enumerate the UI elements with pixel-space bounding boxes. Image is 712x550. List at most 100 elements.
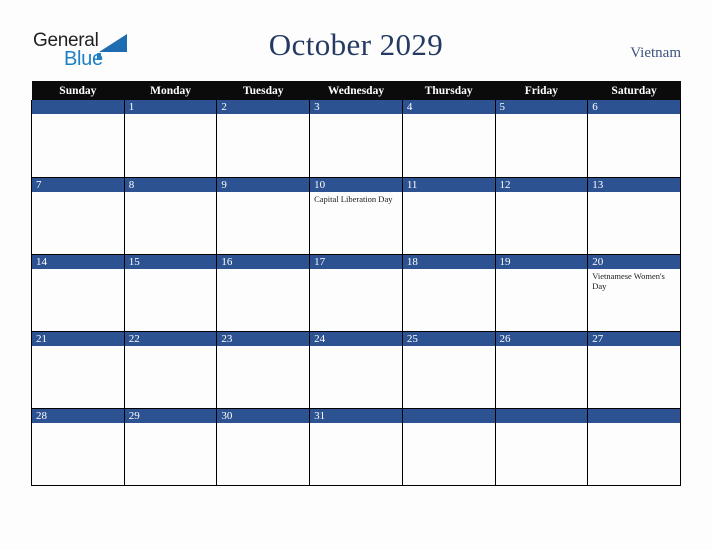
day-number: 6 xyxy=(588,100,680,114)
calendar-week-row: 123456 xyxy=(31,100,681,178)
day-number xyxy=(588,408,680,423)
calendar-day-cell[interactable]: 10 Capital Liberation Day xyxy=(309,177,403,255)
day-number: 4 xyxy=(402,100,495,114)
day-events xyxy=(310,114,402,116)
calendar-day-cell[interactable]: 25 xyxy=(401,331,496,409)
day-number: 19 xyxy=(495,254,588,269)
calendar-day-cell[interactable]: 5 xyxy=(494,100,589,178)
holiday-event: Capital Liberation Day xyxy=(314,193,393,204)
day-number xyxy=(495,408,588,423)
day-number xyxy=(32,100,124,114)
calendar-day-cell[interactable]: 21 xyxy=(31,331,125,409)
day-events xyxy=(496,269,588,271)
calendar-day-cell[interactable]: 6 xyxy=(587,100,681,178)
day-events xyxy=(217,423,309,425)
day-number: 9 xyxy=(217,177,310,192)
day-number: 11 xyxy=(402,177,495,192)
calendar-day-cell[interactable]: 23 xyxy=(216,331,311,409)
calendar-day-cell[interactable]: 17 xyxy=(309,254,403,332)
day-events xyxy=(588,192,680,194)
day-events xyxy=(496,423,588,425)
calendar-day-cell[interactable]: 28 xyxy=(31,408,125,486)
day-number: 14 xyxy=(32,254,124,269)
day-number: 31 xyxy=(310,408,402,423)
day-events xyxy=(588,114,680,116)
page-header: General Blue October 2029 Vietnam xyxy=(0,0,712,78)
page-title: October 2029 xyxy=(268,27,444,62)
day-events xyxy=(403,423,495,425)
day-events xyxy=(310,346,402,348)
day-events xyxy=(403,192,495,194)
day-events xyxy=(125,114,217,116)
day-events xyxy=(217,114,309,116)
calendar-day-cell[interactable]: 11 xyxy=(401,177,496,255)
calendar-day-cell[interactable] xyxy=(401,408,496,486)
calendar-day-cell[interactable]: 2 xyxy=(216,100,311,178)
day-events xyxy=(32,423,124,425)
day-number: 24 xyxy=(310,331,402,346)
day-number: 3 xyxy=(310,100,402,114)
calendar-week-row: 28 29 30 31 xyxy=(31,408,681,486)
day-number: 25 xyxy=(402,331,495,346)
calendar-day-cell[interactable]: 29 xyxy=(123,408,218,486)
calendar-day-cell[interactable]: 9 xyxy=(216,177,311,255)
day-number: 28 xyxy=(32,408,124,423)
calendar-week-row: 14 15 16 17 18 19 20 Vietnamese Women's Day xyxy=(31,254,681,332)
day-number: 21 xyxy=(32,331,124,346)
day-events xyxy=(403,269,495,271)
calendar-day-cell[interactable]: 20 Vietnamese Women's Day xyxy=(587,254,681,332)
day-number: 22 xyxy=(124,331,217,346)
weekday-header-row: Sunday Monday Tuesday Wednesday Thursday… xyxy=(31,81,681,100)
day-number: 23 xyxy=(217,331,310,346)
day-number: 29 xyxy=(124,408,217,423)
day-number: 1 xyxy=(124,100,217,114)
calendar-day-cell[interactable]: 14 xyxy=(31,254,125,332)
day-events xyxy=(32,114,124,116)
day-events xyxy=(32,192,124,194)
calendar-day-cell[interactable]: 16 xyxy=(216,254,311,332)
calendar-day-cell[interactable]: 30 xyxy=(216,408,311,486)
month-calendar: Sunday Monday Tuesday Wednesday Thursday… xyxy=(31,81,681,486)
day-events: Capital Liberation Day xyxy=(310,192,402,205)
calendar-day-cell[interactable]: 8 xyxy=(123,177,218,255)
calendar-day-cell[interactable]: 19 xyxy=(494,254,589,332)
calendar-day-cell[interactable]: 15 xyxy=(123,254,218,332)
day-number xyxy=(402,408,495,423)
calendar-day-cell[interactable]: 13 xyxy=(587,177,681,255)
weekday-header-saturday: Saturday xyxy=(587,81,681,100)
day-events xyxy=(217,269,309,271)
day-number: 15 xyxy=(124,254,217,269)
day-events xyxy=(310,269,402,271)
day-number: 20 xyxy=(588,254,680,269)
calendar-day-cell[interactable]: 4 xyxy=(401,100,496,178)
calendar-day-cell[interactable]: 18 xyxy=(401,254,496,332)
calendar-day-cell[interactable]: 12 xyxy=(494,177,589,255)
day-events xyxy=(125,269,217,271)
day-events xyxy=(403,114,495,116)
day-number: 17 xyxy=(310,254,402,269)
day-events xyxy=(32,346,124,348)
day-events xyxy=(125,192,217,194)
calendar-day-cell[interactable]: 24 xyxy=(309,331,403,409)
calendar-day-cell[interactable]: 31 xyxy=(309,408,403,486)
calendar-day-cell[interactable]: 26 xyxy=(494,331,589,409)
day-number: 13 xyxy=(588,177,680,192)
calendar-day-cell[interactable] xyxy=(31,100,125,178)
day-number: 2 xyxy=(217,100,310,114)
calendar-page: General Blue October 2029 Vietnam Sunday… xyxy=(0,0,712,550)
day-number: 5 xyxy=(495,100,588,114)
day-number: 27 xyxy=(588,331,680,346)
calendar-day-cell[interactable]: 27 xyxy=(587,331,681,409)
calendar-day-cell[interactable]: 7 xyxy=(31,177,125,255)
day-events xyxy=(32,269,124,271)
day-events xyxy=(588,423,680,425)
weekday-header-tuesday: Tuesday xyxy=(216,81,310,100)
country-label: Vietnam xyxy=(630,45,681,61)
calendar-day-cell[interactable]: 22 xyxy=(123,331,218,409)
calendar-day-cell[interactable]: 3 xyxy=(309,100,403,178)
day-events xyxy=(217,346,309,348)
day-number: 16 xyxy=(217,254,310,269)
calendar-day-cell[interactable] xyxy=(587,408,681,486)
calendar-day-cell[interactable] xyxy=(494,408,589,486)
calendar-day-cell[interactable]: 1 xyxy=(123,100,218,178)
